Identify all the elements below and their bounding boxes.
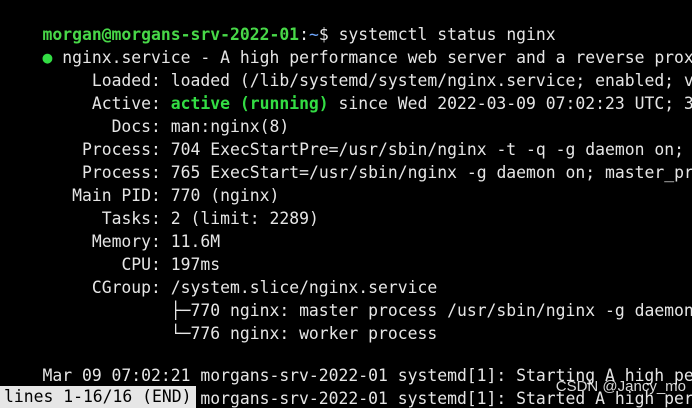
cgroup-tree-worker: └─776 nginx: worker process <box>3 299 437 343</box>
cgroup-line: CGroup: /system.slice/nginx.service <box>3 253 437 297</box>
process-start-line: Process: 765 ExecStart=/usr/sbin/nginx -… <box>3 138 692 182</box>
pager-status-bar: lines 1-16/16 (END) <box>0 386 196 408</box>
process-pre-line: Process: 704 ExecStartPre=/usr/sbin/ngin… <box>3 115 692 159</box>
watermark-text: CSDN @Jancy_mo <box>555 378 686 395</box>
docs-line: Docs: man:nginx(8) <box>3 92 290 136</box>
cpu-line: CPU: 197ms <box>3 230 220 274</box>
active-since: since Wed 2022-03-09 07:02:23 UTC; 36 <box>338 94 692 113</box>
memory-line: Memory: 11.6M <box>3 207 220 251</box>
service-title-line: ● nginx.service - A high performance web… <box>3 23 692 67</box>
tasks-line: Tasks: 2 (limit: 2289) <box>3 184 319 228</box>
loaded-line: Loaded: loaded (/lib/systemd/system/ngin… <box>3 46 692 90</box>
main-pid-line: Main PID: 770 (nginx) <box>3 161 279 205</box>
cgroup-tree-master: ├─770 nginx: master process /usr/sbin/ng… <box>3 276 692 320</box>
active-line: Active: active (running) since Wed 2022-… <box>3 69 692 113</box>
command-prompt-line: morgan@morgans-srv-2022-01:~$ systemctl … <box>3 0 555 44</box>
log-line: Mar 09 07:02:21 morgans-srv-2022-01 syst… <box>3 341 692 385</box>
terminal-window[interactable]: morgan@morgans-srv-2022-01:~$ systemctl … <box>0 0 692 408</box>
